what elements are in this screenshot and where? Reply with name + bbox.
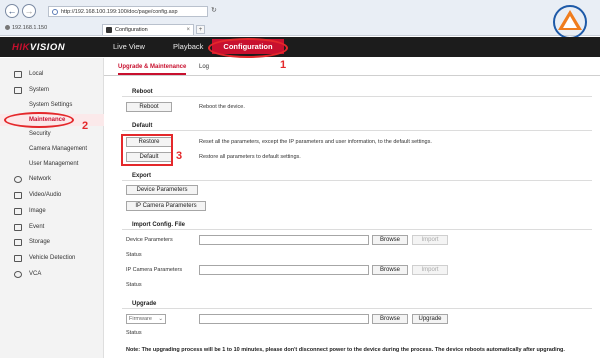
import-device-file-input[interactable]	[199, 235, 369, 245]
sidebar-item-user-management[interactable]: User Management	[0, 158, 104, 170]
back-arrow-icon[interactable]: ←	[5, 4, 19, 18]
import-device-label: Device Parameters	[126, 237, 173, 243]
sidebar-item-label: Security	[29, 131, 51, 137]
address-url: http://192.168.100.199:100/doc/page/conf…	[61, 9, 178, 15]
reboot-description: Reboot the device.	[199, 104, 245, 110]
nav-live-view[interactable]: Live View	[113, 42, 145, 51]
monitor-icon	[14, 71, 22, 78]
app-header: HIKVISION Live View Playback Configurati…	[0, 37, 600, 57]
sidebar-item-image[interactable]: Image	[0, 205, 104, 217]
sidebar-item-storage[interactable]: Storage	[0, 236, 104, 248]
sidebar-item-camera-management[interactable]: Camera Management	[0, 143, 104, 155]
sidebar-item-label: Event	[29, 224, 45, 230]
tab-strip: 192.168.1.150 Configuration × +	[0, 23, 600, 36]
sidebar-item-label: Camera Management	[29, 146, 88, 152]
upgrade-note: Note: The upgrading process will be 1 to…	[126, 347, 565, 353]
tab-log[interactable]: Log	[199, 64, 209, 70]
image-icon	[14, 208, 22, 215]
calendar-icon	[14, 224, 22, 231]
upgrade-type-value: Firmware	[129, 316, 152, 322]
browser-chrome: ← → http://192.168.100.199:100/doc/page/…	[0, 0, 600, 36]
sidebar-item-label: Storage	[29, 239, 51, 245]
logo-white-text: VISION	[29, 42, 66, 53]
import-ipcam-import-button[interactable]: Import	[412, 265, 448, 275]
storage-icon	[14, 239, 22, 246]
annotation-ring-configuration	[208, 38, 288, 58]
annotation-number-3: 3	[176, 150, 183, 162]
restore-description: Reset all the parameters, except the IP …	[199, 139, 432, 145]
upgrade-status-label: Status	[126, 330, 142, 336]
import-device-import-button[interactable]: Import	[412, 235, 448, 245]
brand-emblem-icon	[553, 5, 587, 39]
ip-tab-label: 192.168.1.150	[12, 25, 48, 31]
sidebar-item-label: User Management	[29, 161, 79, 167]
upgrade-file-input[interactable]	[199, 314, 369, 324]
sidebar-item-event[interactable]: Event	[0, 221, 104, 233]
hikvision-logo: HIKVISION	[12, 42, 65, 53]
new-tab-icon[interactable]: +	[196, 25, 205, 34]
sidebar-item-system[interactable]: System	[0, 84, 104, 96]
vca-icon	[14, 271, 22, 278]
section-upgrade-title: Upgrade	[122, 299, 592, 309]
upgrade-button[interactable]: Upgrade	[412, 314, 448, 324]
export-device-parameters-button[interactable]: Device Parameters	[126, 185, 198, 195]
export-ip-camera-parameters-button[interactable]: IP Camera Parameters	[126, 201, 206, 211]
import-ipcam-file-input[interactable]	[199, 265, 369, 275]
section-reboot-title: Reboot	[122, 87, 592, 97]
import-device-status-label: Status	[126, 252, 142, 258]
import-device-browse-button[interactable]: Browse	[372, 235, 408, 245]
annotation-box-restore-default	[121, 134, 173, 166]
section-import-title: Import Config. File	[122, 220, 592, 230]
tab-upgrade-maintenance[interactable]: Upgrade & Maintenance	[118, 64, 187, 75]
section-export-title: Export	[122, 171, 592, 181]
reload-icon[interactable]: ↻	[211, 6, 221, 17]
sidebar-item-label: Local	[29, 71, 44, 77]
sidebar-item-vehicle-detection[interactable]: Vehicle Detection	[0, 252, 104, 264]
sidebar-item-label: Network	[29, 176, 52, 182]
annotation-ring-maintenance	[4, 112, 74, 128]
browser-tab[interactable]: Configuration ×	[102, 24, 194, 35]
sidebar-item-label: Image	[29, 208, 46, 214]
reboot-button[interactable]: Reboot	[126, 102, 172, 112]
camera-icon	[14, 192, 22, 199]
system-icon	[14, 87, 22, 94]
globe-icon	[52, 9, 58, 15]
sidebar-item-label: Vehicle Detection	[29, 255, 76, 261]
default-description: Restore all parameters to default settin…	[199, 154, 301, 160]
vehicle-icon	[14, 255, 22, 262]
nav-playback[interactable]: Playback	[173, 42, 203, 51]
globe-icon	[14, 176, 22, 183]
sidebar-item-label: Video/Audio	[29, 192, 62, 198]
sidebar-item-vca[interactable]: VCA	[0, 268, 104, 280]
chevron-down-icon: ⌄	[158, 316, 163, 322]
main-content: Upgrade & Maintenance Log Reboot Reboot …	[104, 58, 600, 358]
sidebar-item-label: VCA	[29, 271, 42, 277]
address-bar[interactable]: http://192.168.100.199:100/doc/page/conf…	[48, 6, 208, 17]
browser-tab-title: Configuration	[115, 27, 148, 33]
upgrade-type-select[interactable]: Firmware ⌄	[126, 314, 166, 324]
forward-arrow-icon[interactable]: →	[22, 4, 36, 18]
hikvision-favicon-icon	[106, 27, 112, 33]
logo-red-text: HIK	[12, 42, 30, 53]
sidebar-item-security[interactable]: Security	[0, 128, 104, 140]
sidebar-item-label: System	[29, 87, 50, 93]
sidebar-item-label: System Settings	[29, 102, 73, 108]
sidebar-item-video-audio[interactable]: Video/Audio	[0, 189, 104, 201]
subtab-bar: Upgrade & Maintenance Log	[104, 58, 600, 76]
sidebar-item-local[interactable]: Local	[0, 68, 104, 80]
sidebar-item-network[interactable]: Network	[0, 173, 104, 185]
import-ipcam-label: IP Camera Parameters	[126, 267, 183, 273]
ip-tab[interactable]: 192.168.1.150	[5, 25, 47, 31]
section-default-title: Default	[122, 121, 592, 131]
import-ipcam-status-label: Status	[126, 282, 142, 288]
upgrade-browse-button[interactable]: Browse	[372, 314, 408, 324]
sidebar: Local System System Settings Maintenance…	[0, 58, 104, 358]
favicon-icon	[5, 25, 10, 30]
close-tab-icon[interactable]: ×	[186, 25, 190, 35]
import-ipcam-browse-button[interactable]: Browse	[372, 265, 408, 275]
sidebar-item-system-settings[interactable]: System Settings	[0, 99, 104, 111]
annotation-number-2: 2	[82, 120, 89, 132]
